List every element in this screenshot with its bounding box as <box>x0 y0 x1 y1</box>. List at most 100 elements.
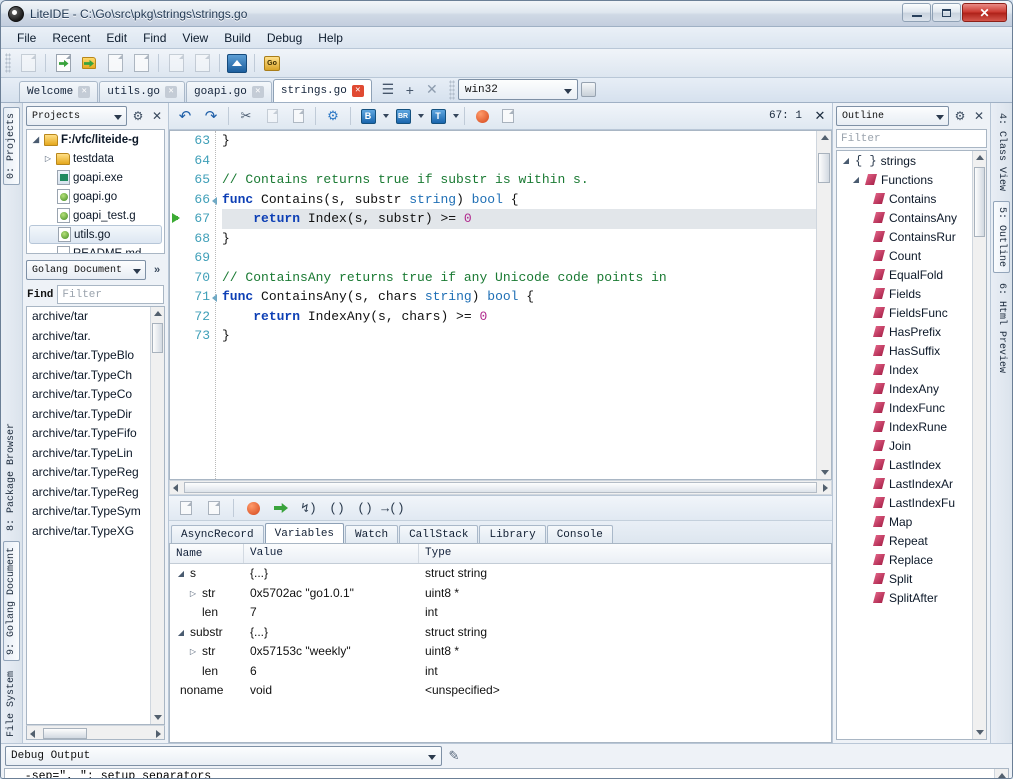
outline-item-containsany[interactable]: ContainsAny <box>837 208 986 227</box>
tab-variables[interactable]: Variables <box>265 523 344 543</box>
list-item[interactable]: archive/tar.TypeSym <box>27 502 164 522</box>
twisty-icon[interactable]: ▷ <box>188 584 198 604</box>
outline-item-contains[interactable]: Contains <box>837 189 986 208</box>
golang-document-combo[interactable]: Golang Document <box>26 260 146 280</box>
clear-output-icon[interactable]: ✎ <box>446 748 462 764</box>
list-item[interactable]: archive/tar.TypeFifo <box>27 424 164 444</box>
save-file-icon[interactable] <box>103 52 127 75</box>
step-into-icon[interactable]: () <box>325 497 349 520</box>
doclist-horizontal-scrollbar[interactable] <box>26 725 165 740</box>
text-icon[interactable]: T <box>426 105 450 128</box>
editor-vertical-scrollbar[interactable] <box>816 131 831 479</box>
project-tree[interactable]: ◢ F:/vfc/liteide-g ▷ testdata goapi.exe … <box>26 129 165 254</box>
outline-item-map[interactable]: Map <box>837 512 986 531</box>
tab-welcome[interactable]: Welcome ✕ <box>19 81 98 102</box>
tab-list-icon[interactable]: ☰ <box>377 79 399 100</box>
tab-utils-go[interactable]: utils.go ✕ <box>99 81 185 102</box>
fold-marker-icon[interactable] <box>212 294 217 302</box>
gear-icon[interactable]: ⚙ <box>130 108 146 124</box>
close-icon[interactable]: ✕ <box>149 108 165 124</box>
scroll-down-arrow[interactable] <box>154 715 162 720</box>
tree-item-goapi-go[interactable]: goapi.go <box>27 187 164 206</box>
tab-watch[interactable]: Watch <box>345 525 398 543</box>
sidebar-tab-html-preview[interactable]: 6: Html Preview <box>993 277 1010 379</box>
scroll-right-arrow[interactable] <box>823 484 828 492</box>
scroll-left-arrow[interactable] <box>173 484 178 492</box>
twisty-icon[interactable]: ◢ <box>841 156 851 165</box>
outline-item-indexrune[interactable]: IndexRune <box>837 417 986 436</box>
twisty-icon[interactable]: ▷ <box>43 154 53 163</box>
toolbar-grip[interactable] <box>5 53 11 73</box>
list-item[interactable]: archive/tar. <box>27 327 164 347</box>
scrollbar-thumb[interactable] <box>152 323 163 353</box>
outline-item-repeat[interactable]: Repeat <box>837 531 986 550</box>
twisty-icon[interactable]: ◢ <box>851 175 861 184</box>
close-editor-icon[interactable]: ✕ <box>808 105 832 128</box>
breakpoint-icon[interactable] <box>241 497 265 520</box>
tree-item-utils-go[interactable]: utils.go <box>29 225 162 244</box>
list-item[interactable]: archive/tar.TypeDir <box>27 405 164 425</box>
close-tab-button[interactable]: ✕ <box>421 79 443 100</box>
scroll-left-arrow[interactable] <box>30 730 35 738</box>
golang-document-list[interactable]: archive/tar archive/tar. archive/tar.Typ… <box>26 306 165 725</box>
outline-item-containsrune[interactable]: ContainsRur <box>837 227 986 246</box>
tab-callstack[interactable]: CallStack <box>399 525 478 543</box>
menu-file[interactable]: File <box>9 29 44 47</box>
step-out-icon[interactable]: () <box>353 497 377 520</box>
environment-combo[interactable]: win32 <box>458 79 578 100</box>
twisty-icon[interactable]: ◢ <box>31 135 41 144</box>
minimize-button[interactable] <box>902 3 931 22</box>
new-from-template-icon[interactable] <box>164 52 188 75</box>
tree-item-goapi-test-go[interactable]: goapi_test.g <box>27 206 164 225</box>
sidebar-tab-file-system[interactable]: File System <box>3 665 20 743</box>
list-item[interactable]: archive/tar.TypeXG <box>27 522 164 542</box>
expand-icon[interactable]: » <box>149 262 165 278</box>
list-item[interactable]: archive/tar.TypeLin <box>27 444 164 464</box>
outline-item-hasprefix[interactable]: HasPrefix <box>837 322 986 341</box>
tab-console[interactable]: Console <box>547 525 613 543</box>
scroll-right-arrow[interactable] <box>156 730 161 738</box>
scroll-down-arrow[interactable] <box>976 730 984 735</box>
close-file-icon[interactable] <box>190 52 214 75</box>
tab-strings-go[interactable]: strings.go ✕ <box>273 79 372 102</box>
chevron-down-icon-2[interactable] <box>418 114 424 118</box>
outline-tree[interactable]: ◢ { } strings ◢ Functions Contains Conta… <box>836 150 987 740</box>
list-item[interactable]: archive/tar.TypeCo <box>27 385 164 405</box>
code-content[interactable]: } // Contains returns true if substr is … <box>216 131 816 479</box>
copy-icon[interactable] <box>260 105 284 128</box>
table-row[interactable]: ◢substr {...} struct string <box>170 623 831 643</box>
outline-item-fields[interactable]: Fields <box>837 284 986 303</box>
editor-horizontal-scrollbar[interactable] <box>169 480 832 495</box>
menu-build[interactable]: Build <box>216 29 259 47</box>
outline-item-indexfunc[interactable]: IndexFunc <box>837 398 986 417</box>
tree-item-testdata[interactable]: ▷ testdata <box>27 149 164 168</box>
tab-library[interactable]: Library <box>479 525 545 543</box>
outline-item-hassuffix[interactable]: HasSuffix <box>837 341 986 360</box>
output-type-combo[interactable]: Debug Output <box>5 746 442 766</box>
env-toolbar-grip[interactable] <box>449 80 455 100</box>
open-file-icon[interactable] <box>51 52 75 75</box>
outline-item-lastindex[interactable]: LastIndex <box>837 455 986 474</box>
filter-input[interactable]: Filter <box>57 285 164 304</box>
outline-combo[interactable]: Outline <box>836 106 949 126</box>
scrollbar-thumb[interactable] <box>974 167 985 237</box>
continue-icon[interactable] <box>269 497 293 520</box>
home-icon[interactable] <box>225 52 249 75</box>
tree-item-readme[interactable]: README.md <box>27 244 164 254</box>
fold-marker-icon[interactable] <box>212 197 217 205</box>
record-icon[interactable] <box>470 105 494 128</box>
step-over-icon[interactable]: ↯) <box>297 497 321 520</box>
twisty-icon[interactable]: ◢ <box>176 623 186 643</box>
outline-item-indexany[interactable]: IndexAny <box>837 379 986 398</box>
table-row[interactable]: ◢s {...} struct string <box>170 564 831 584</box>
tree-item-root[interactable]: ◢ F:/vfc/liteide-g <box>27 130 164 149</box>
go-package-icon[interactable]: Go <box>260 52 284 75</box>
table-row[interactable]: len 7 int <box>170 603 831 623</box>
save-all-icon[interactable] <box>129 52 153 75</box>
redo-icon[interactable]: ↷ <box>199 105 223 128</box>
outline-item-join[interactable]: Join <box>837 436 986 455</box>
menu-debug[interactable]: Debug <box>259 29 310 47</box>
list-item[interactable]: archive/tar <box>27 307 164 327</box>
stop-debug-icon[interactable] <box>202 497 226 520</box>
new-file-icon[interactable] <box>16 52 40 75</box>
